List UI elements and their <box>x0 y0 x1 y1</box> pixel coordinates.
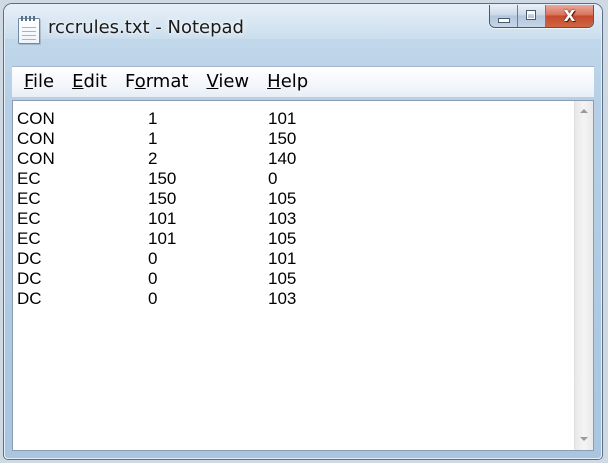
text-cell: 1 <box>148 129 158 148</box>
notepad-window: rccrules.txt - Notepad X File Edit Format V… <box>4 4 602 459</box>
menu-edit[interactable]: Edit <box>63 68 116 96</box>
text-cell: 105 <box>268 189 297 208</box>
text-cell: 2 <box>148 149 158 168</box>
caption-buttons: X <box>489 5 594 28</box>
text-cell: 105 <box>268 229 297 248</box>
text-cell: DC <box>17 269 42 288</box>
minimize-icon <box>498 18 510 23</box>
maximize-button[interactable] <box>518 5 546 27</box>
minimize-button[interactable] <box>490 5 518 27</box>
text-cell: EC <box>17 169 41 188</box>
text-cell: 103 <box>268 289 297 308</box>
text-cell: 1 <box>148 109 158 128</box>
vertical-scrollbar[interactable] <box>574 101 593 450</box>
text-cell: 101 <box>148 229 177 248</box>
close-button[interactable]: X <box>546 5 593 27</box>
menu-view[interactable]: View <box>197 68 258 96</box>
menu-help[interactable]: Help <box>258 68 317 96</box>
title-bar[interactable]: rccrules.txt - Notepad X <box>4 4 602 48</box>
text-cell: CON <box>17 109 55 128</box>
scroll-up-arrow-icon[interactable] <box>575 103 593 121</box>
text-cell: EC <box>17 229 41 248</box>
text-cell: 0 <box>268 169 278 188</box>
close-icon: X <box>563 7 576 25</box>
notepad-icon[interactable] <box>18 16 40 44</box>
text-cell: DC <box>17 249 42 268</box>
text-cell: EC <box>17 189 41 208</box>
text-cell: 150 <box>148 189 177 208</box>
scroll-down-arrow-icon[interactable] <box>575 430 593 448</box>
text-cell: 150 <box>268 129 297 148</box>
editor-frame: CON 1 101 CON 1 150 CON 2 140 EC 150 0 EC 150 105 EC 101… <box>12 100 594 451</box>
text-cell: 101 <box>148 209 177 228</box>
text-cell: CON <box>17 149 55 168</box>
text-cell: CON <box>17 129 55 148</box>
maximize-icon <box>526 10 536 20</box>
text-cell: EC <box>17 209 41 228</box>
text-cell: 140 <box>268 149 297 168</box>
text-cell: 103 <box>268 209 297 228</box>
text-cell: 150 <box>148 169 177 188</box>
text-cell: 105 <box>268 269 297 288</box>
text-cell: 101 <box>268 109 297 128</box>
menu-format[interactable]: Format <box>116 68 197 96</box>
window-title: rccrules.txt - Notepad <box>48 17 244 38</box>
text-cell: 0 <box>148 289 158 308</box>
text-editor[interactable]: CON 1 101 CON 1 150 CON 2 140 EC 150 0 EC 150 105 EC 101… <box>13 101 574 450</box>
menu-bar: File Edit Format View Help <box>12 66 594 97</box>
text-cell: 101 <box>268 249 297 268</box>
menu-file[interactable]: File <box>12 68 63 96</box>
text-cell: DC <box>17 289 42 308</box>
text-cell: 0 <box>148 269 158 288</box>
text-cell: 0 <box>148 249 158 268</box>
